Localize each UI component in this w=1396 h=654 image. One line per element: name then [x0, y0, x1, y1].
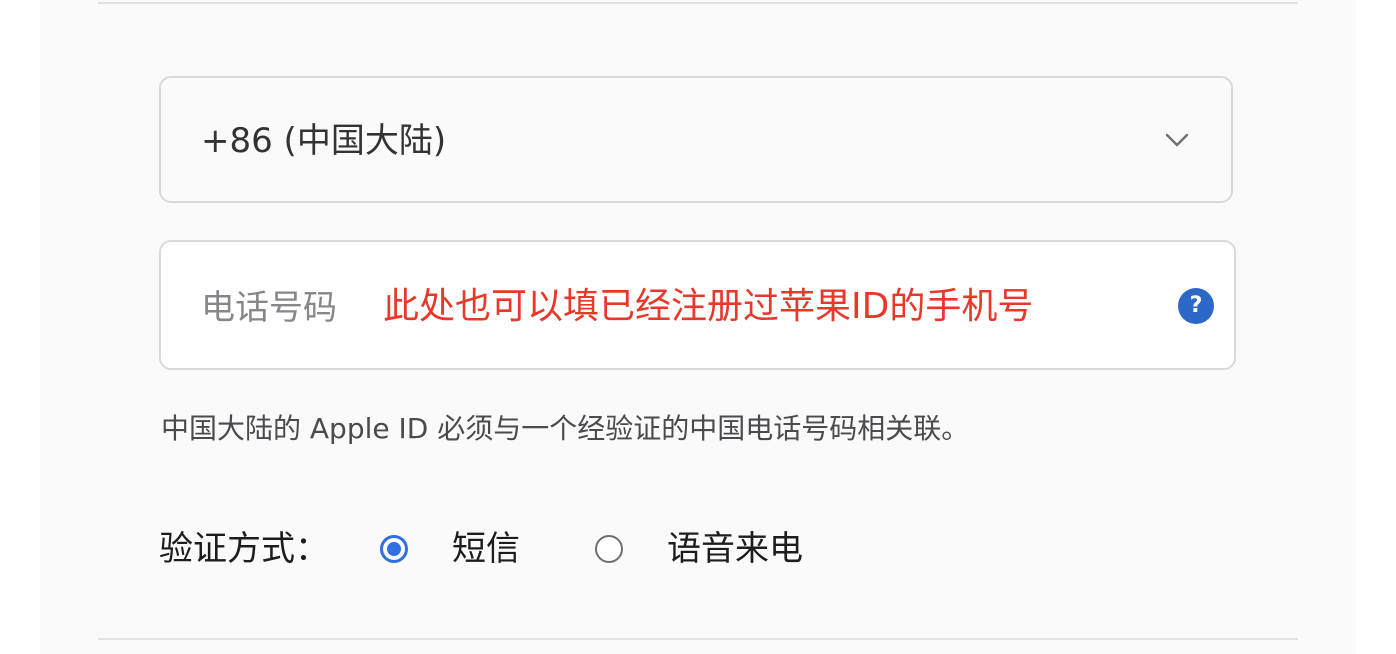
phone-helper-text: 中国大陆的 Apple ID 必须与一个经验证的中国电话号码相关联。	[161, 412, 970, 445]
radio-option-sms[interactable]: 短信	[380, 527, 520, 571]
phone-number-placeholder: 电话号码	[201, 288, 337, 328]
radio-option-voice-call[interactable]: 语音来电	[595, 527, 803, 571]
bottom-divider	[98, 638, 1298, 640]
chevron-down-icon	[1165, 133, 1189, 147]
phone-number-field[interactable]: 电话号码 此处也可以填已经注册过苹果ID的手机号 ?	[159, 240, 1236, 370]
verification-method-label: 验证方式：	[159, 529, 329, 569]
radio-label-voice-call: 语音来电	[667, 529, 803, 569]
radio-checked-icon[interactable]	[380, 535, 408, 563]
country-code-value: +86 (中国大陆)	[201, 121, 447, 161]
phone-annotation-note: 此处也可以填已经注册过苹果ID的手机号	[383, 286, 1034, 327]
top-divider	[98, 2, 1298, 4]
radio-unchecked-icon[interactable]	[595, 535, 623, 563]
country-code-select[interactable]: +86 (中国大陆)	[159, 76, 1233, 203]
radio-label-sms: 短信	[452, 529, 520, 569]
help-icon[interactable]: ?	[1178, 288, 1214, 324]
